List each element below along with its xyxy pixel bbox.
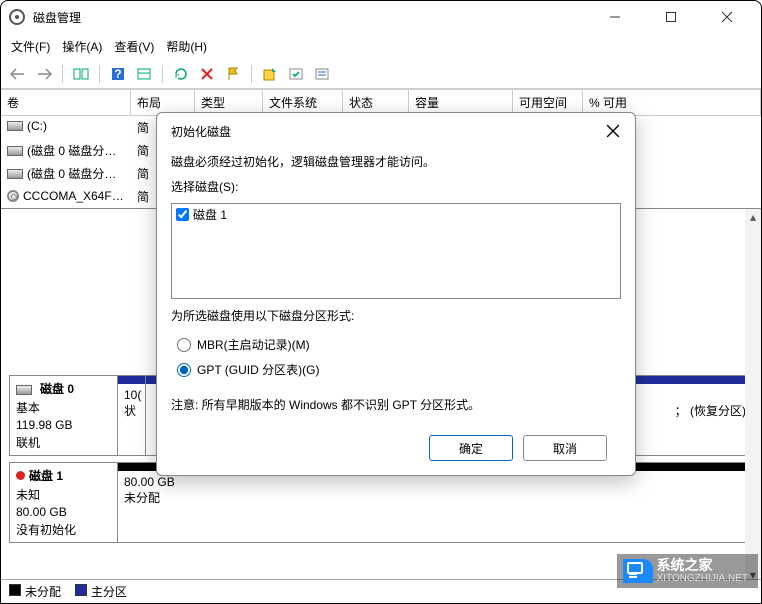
radio-mbr[interactable]: MBR(主启动记录)(M)	[177, 336, 621, 353]
disk-listbox[interactable]: 磁盘 1	[171, 203, 621, 299]
partition-style-radios: MBR(主启动记录)(M) GPT (GUID 分区表)(G)	[177, 336, 621, 378]
vertical-scrollbar[interactable]: ▴ ▾	[745, 209, 761, 583]
toolbar-delete-button[interactable]	[196, 63, 218, 85]
legend-swatch-black	[9, 584, 21, 596]
toolbar-check-button[interactable]	[285, 63, 307, 85]
toolbar-sep	[62, 65, 63, 83]
drive-icon	[16, 385, 32, 395]
watermark-logo-icon	[623, 559, 653, 583]
menu-help[interactable]: 帮助(H)	[166, 38, 207, 55]
drive-icon	[7, 146, 23, 156]
drive-icon	[7, 169, 23, 179]
ok-button[interactable]: 确定	[429, 435, 513, 461]
close-button[interactable]	[709, 5, 745, 29]
disk-label[interactable]: 磁盘 0 基本 119.98 GB 联机	[10, 376, 118, 455]
menu-view[interactable]: 查看(V)	[114, 38, 154, 55]
dialog-note: 注意: 所有早期版本的 Windows 都不识别 GPT 分区形式。	[171, 396, 621, 413]
maximize-button[interactable]	[653, 5, 689, 29]
legend-primary: 主分区	[75, 583, 127, 600]
dialog-intro: 磁盘必须经过初始化，逻辑磁盘管理器才能访问。	[171, 153, 621, 170]
menu-action[interactable]: 操作(A)	[62, 38, 102, 55]
toolbar-refresh-button[interactable]	[170, 63, 192, 85]
select-disk-label: 选择磁盘(S):	[171, 178, 621, 195]
app-icon	[9, 9, 25, 25]
toolbar-sep	[162, 65, 163, 83]
toolbar-newvol-button[interactable]	[259, 63, 281, 85]
toolbar-settings-button[interactable]	[133, 63, 155, 85]
disk-checkbox[interactable]	[176, 208, 189, 221]
toolbar-forward-button[interactable]	[33, 63, 55, 85]
radio-mbr-input[interactable]	[177, 338, 191, 352]
toolbar-sep	[251, 65, 252, 83]
scroll-up-icon[interactable]: ▴	[745, 209, 761, 225]
toolbar-panes-button[interactable]	[70, 63, 92, 85]
dialog-title: 初始化磁盘	[171, 123, 603, 140]
error-icon	[16, 471, 25, 480]
disk-label[interactable]: 磁盘 1 未知 80.00 GB 没有初始化	[10, 463, 118, 542]
legend-unallocated: 未分配	[9, 583, 61, 600]
menu-file[interactable]: 文件(F)	[11, 38, 50, 55]
toolbar-props-button[interactable]	[311, 63, 333, 85]
dialog-close-button[interactable]	[603, 121, 623, 141]
toolbar: ?	[1, 59, 761, 89]
minimize-button[interactable]	[597, 5, 633, 29]
radio-gpt-input[interactable]	[177, 363, 191, 377]
legend-swatch-blue	[75, 584, 87, 596]
toolbar-help-button[interactable]: ?	[107, 63, 129, 85]
titlebar: 磁盘管理	[1, 1, 761, 33]
drive-icon	[7, 121, 23, 131]
window-title: 磁盘管理	[33, 9, 597, 26]
menubar: 文件(F) 操作(A) 查看(V) 帮助(H)	[1, 33, 761, 59]
watermark: 系统之家 XITONGZHIJIA.NET	[617, 554, 759, 588]
cd-icon	[7, 190, 19, 202]
toolbar-sep	[99, 65, 100, 83]
partition[interactable]: 10(状	[118, 376, 146, 455]
col-volume[interactable]: 卷	[1, 90, 131, 115]
initialize-disk-dialog: 初始化磁盘 磁盘必须经过初始化，逻辑磁盘管理器才能访问。 选择磁盘(S): 磁盘…	[156, 112, 636, 476]
partition-style-label: 为所选磁盘使用以下磁盘分区形式:	[171, 307, 621, 324]
toolbar-flag-button[interactable]	[222, 63, 244, 85]
partition-bar	[118, 376, 145, 384]
disk-checkbox-row[interactable]: 磁盘 1	[176, 206, 616, 223]
svg-text:?: ?	[114, 67, 121, 81]
radio-gpt[interactable]: GPT (GUID 分区表)(G)	[177, 361, 621, 378]
cancel-button[interactable]: 取消	[523, 435, 607, 461]
toolbar-back-button[interactable]	[7, 63, 29, 85]
